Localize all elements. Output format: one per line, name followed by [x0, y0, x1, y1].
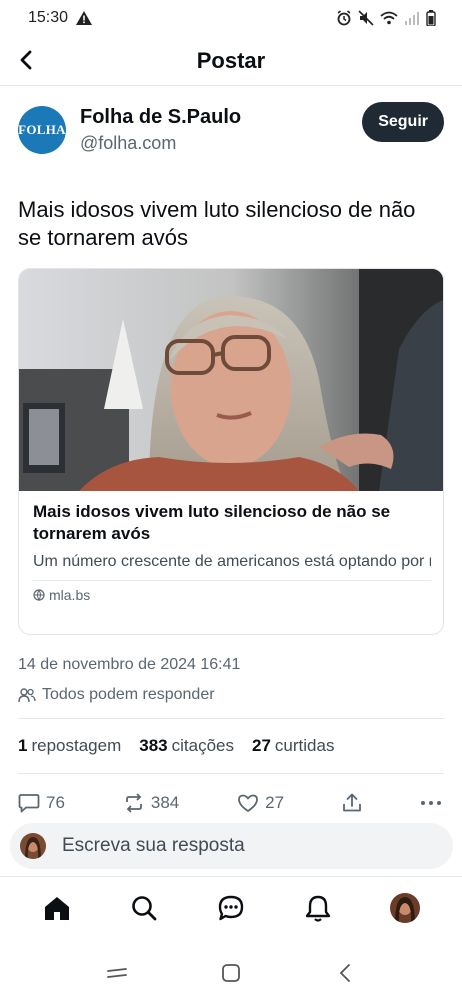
page-title: Postar: [196, 47, 266, 73]
reply-count: 76: [46, 793, 65, 812]
back-arrow-icon: [20, 50, 32, 70]
like-button[interactable]: 27: [237, 793, 284, 813]
share-icon: [343, 793, 361, 812]
link-preview-divider: [33, 580, 431, 581]
quotes-count: 383: [139, 736, 168, 755]
reply-composer[interactable]: Escreva sua resposta: [10, 823, 453, 869]
post-actions: 76 384 27: [18, 788, 442, 818]
chat-icon: [218, 895, 244, 920]
tab-chat[interactable]: [211, 888, 251, 928]
link-preview-card[interactable]: Mais idosos vivem luto silencioso de não…: [18, 268, 444, 635]
quotes-label: citações: [171, 736, 234, 755]
repost-icon: [125, 793, 142, 813]
tab-notifications[interactable]: [298, 888, 338, 928]
reposts-stat[interactable]: 1 repostagem: [18, 736, 121, 756]
author-handle[interactable]: @folha.com: [80, 133, 241, 154]
home-nav-button[interactable]: [213, 955, 249, 991]
more-options-button[interactable]: [420, 800, 442, 806]
profile-avatar: [389, 892, 420, 923]
reply-button[interactable]: 76: [18, 793, 65, 813]
mute-icon: [358, 10, 374, 26]
globe-icon: [33, 589, 45, 601]
post-text: Mais idosos vivem luto silencioso de não…: [18, 197, 416, 250]
recent-apps-button[interactable]: [99, 955, 135, 991]
share-button[interactable]: [342, 793, 362, 813]
more-icon: [420, 801, 441, 805]
likes-label: curtidas: [274, 736, 335, 755]
author-name[interactable]: Folha de S.Paulo: [80, 106, 241, 129]
post-timestamp: 14 de novembro de 2024 16:41: [18, 656, 241, 673]
tab-home[interactable]: [37, 888, 77, 928]
user-avatar: [20, 833, 46, 859]
battery-icon: [426, 10, 436, 26]
message-icon: [18, 794, 40, 813]
quotes-stat[interactable]: 383 citações: [139, 736, 234, 756]
reply-input-placeholder: Escreva sua resposta: [62, 835, 245, 856]
home-square-icon: [222, 963, 240, 982]
link-preview-domain: mla.bs: [33, 587, 431, 603]
reply-permission: Todos podem responder: [18, 686, 215, 704]
link-preview-title: Mais idosos vivem luto silencioso de não…: [33, 502, 391, 543]
top-bar: Postar: [0, 36, 462, 86]
back-nav-button[interactable]: [327, 955, 363, 991]
chevron-left-icon: [339, 963, 350, 982]
tab-search[interactable]: [124, 888, 164, 928]
heart-icon: [238, 794, 259, 812]
reposts-count: 1: [18, 736, 28, 755]
author-avatar[interactable]: FOLHA: [18, 106, 66, 154]
search-icon: [132, 895, 157, 920]
divider: [18, 773, 444, 774]
back-button[interactable]: [12, 46, 40, 74]
reposts-label: repostagem: [31, 736, 122, 755]
recent-apps-icon: [107, 967, 127, 978]
warning-icon: [76, 11, 93, 25]
wifi-icon: [380, 11, 398, 25]
tab-profile[interactable]: [385, 888, 425, 928]
status-time: 15:30: [28, 9, 69, 26]
post-author: FOLHA Folha de S.Paulo @folha.com Seguir: [18, 100, 444, 160]
repost-count: 384: [150, 793, 180, 812]
bottom-tab-bar: [0, 876, 462, 938]
system-navigation-bar: [0, 945, 462, 1000]
home-icon: [45, 896, 70, 920]
reply-permission-text: Todos podem responder: [42, 686, 215, 703]
link-preview-domain-text: mla.bs: [49, 587, 91, 603]
follow-button[interactable]: Seguir: [362, 102, 444, 142]
likes-count: 27: [252, 736, 271, 755]
people-icon: [18, 688, 36, 703]
bell-icon: [305, 895, 330, 922]
like-count: 27: [265, 793, 285, 812]
divider: [18, 718, 444, 719]
engagement-stats: 1 repostagem 383 citações 27 curtidas: [18, 736, 334, 756]
link-preview-description: Um número crescente de americanos está o…: [33, 553, 431, 570]
likes-stat[interactable]: 27 curtidas: [252, 736, 334, 756]
alarm-icon: [337, 10, 351, 26]
repost-button[interactable]: 384: [123, 793, 179, 813]
status-bar: 15:30: [0, 0, 462, 36]
link-preview-image: [19, 269, 443, 491]
author-avatar-logo: FOLHA: [18, 122, 66, 137]
signal-icon: [405, 12, 419, 25]
